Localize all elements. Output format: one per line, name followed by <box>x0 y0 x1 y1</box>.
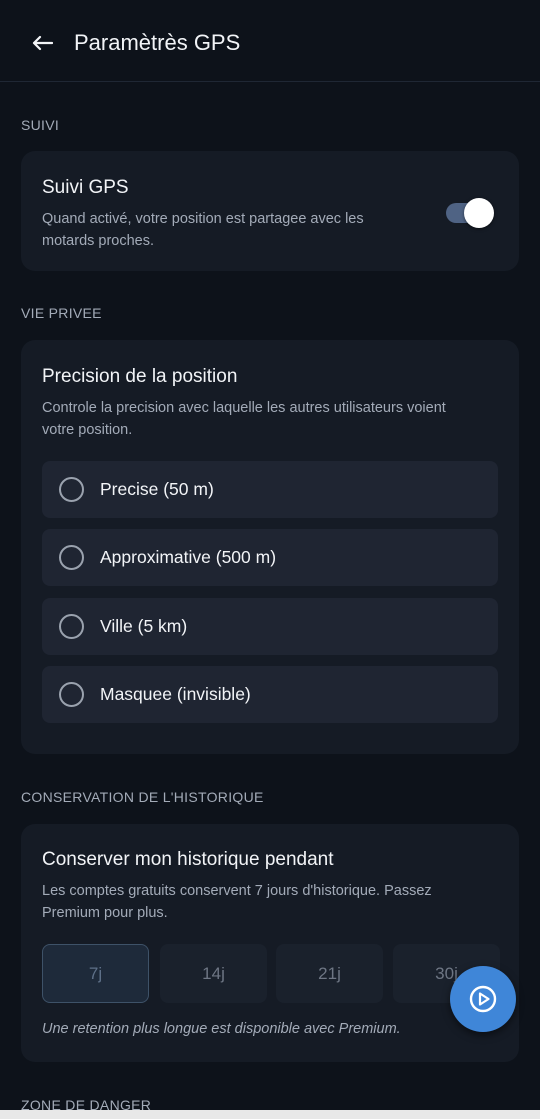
section-header-history: CONSERVATION DE L'HISTORIQUE <box>21 789 264 805</box>
precision-option-approximate[interactable]: Approximative (500 m) <box>42 529 498 586</box>
history-retention-card: Conserver mon historique pendant Les com… <box>21 824 519 1062</box>
retention-chip-14d[interactable]: 14j <box>160 944 267 1003</box>
floating-action-button[interactable] <box>450 966 516 1032</box>
precision-option-label: Ville (5 km) <box>100 616 188 636</box>
toggle-thumb <box>464 198 494 228</box>
radio-unchecked-icon[interactable] <box>59 614 84 639</box>
precision-option-label: Approximative (500 m) <box>100 547 277 567</box>
radio-unchecked-icon[interactable] <box>59 682 84 707</box>
gps-tracking-toggle[interactable] <box>444 197 494 228</box>
retention-chip-7d[interactable]: 7j <box>42 944 149 1003</box>
gps-tracking-description: Quand activé, votre position est partage… <box>42 208 364 252</box>
precision-option-label: Masquee (invisible) <box>100 684 251 704</box>
retention-chip-21d[interactable]: 21j <box>276 944 383 1003</box>
arrow-left-icon[interactable] <box>30 31 54 55</box>
location-precision-title: Precision de la position <box>42 366 238 387</box>
gps-tracking-description-line2: motards proches. <box>42 233 155 249</box>
precision-option-hidden[interactable]: Masquee (invisible) <box>42 666 498 723</box>
gps-tracking-card: Suivi GPS Quand activé, votre position e… <box>21 151 519 271</box>
precision-option-city[interactable]: Ville (5 km) <box>42 598 498 655</box>
section-header-privacy: VIE PRIVEE <box>21 305 102 321</box>
gps-settings-screen: Paramètrès GPS SUIVI Suivi GPS Quand act… <box>0 0 540 1119</box>
precision-option-label: Precise (50 m) <box>100 479 214 499</box>
top-app-bar: Paramètrès GPS <box>0 0 540 82</box>
history-retention-title: Conserver mon historique pendant <box>42 849 334 870</box>
history-retention-description: Les comptes gratuits conservent 7 jours … <box>42 880 432 924</box>
location-precision-card: Precision de la position Controle la pre… <box>21 340 519 754</box>
history-retention-description-line2: Premium pour plus. <box>42 905 168 921</box>
precision-option-precise[interactable]: Precise (50 m) <box>42 461 498 518</box>
radio-unchecked-icon[interactable] <box>59 545 84 570</box>
radio-unchecked-icon[interactable] <box>59 477 84 502</box>
gps-tracking-title: Suivi GPS <box>42 177 129 198</box>
system-navigation-bar <box>0 1110 540 1119</box>
page-title: Paramètrès GPS <box>74 30 241 55</box>
location-precision-description-line2: votre position. <box>42 422 133 438</box>
history-retention-description-line1: Les comptes gratuits conservent 7 jours … <box>42 883 432 899</box>
gps-tracking-description-line1: Quand activé, votre position est partage… <box>42 211 364 227</box>
location-precision-description-line1: Controle la precision avec laquelle les … <box>42 400 446 416</box>
location-precision-description: Controle la precision avec laquelle les … <box>42 397 446 441</box>
premium-retention-note: Une retention plus longue est disponible… <box>42 1021 401 1037</box>
play-circle-icon <box>469 985 497 1013</box>
section-header-suivi: SUIVI <box>21 117 60 133</box>
